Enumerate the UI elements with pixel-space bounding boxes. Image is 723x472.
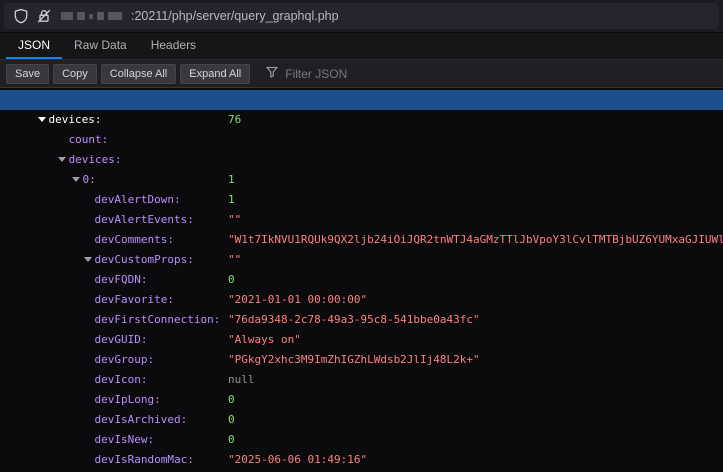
json-value: null — [228, 370, 255, 390]
tracking-protection-shield-icon[interactable] — [13, 8, 29, 24]
filter-json-container — [266, 65, 453, 83]
json-tree-row[interactable]: devices: — [0, 130, 723, 150]
connection-security-icon[interactable] — [36, 8, 52, 24]
json-tree: devices: count: 76 devices: 0: devAlertD… — [0, 88, 723, 472]
json-tree-row[interactable]: devAlertEvents: 1 — [0, 190, 723, 210]
browser-url-bar: :20211/php/server/query_graphql.php — [0, 0, 723, 33]
tab-raw-data[interactable]: Raw Data — [62, 33, 139, 59]
json-value: 0 — [228, 410, 235, 430]
collapse-all-button[interactable]: Collapse All — [101, 64, 176, 84]
json-value: 0 — [228, 390, 235, 410]
json-tree-row[interactable]: count: 76 — [0, 110, 723, 130]
url-text[interactable]: :20211/php/server/query_graphql.php — [131, 9, 339, 23]
json-tree-row[interactable]: devGUID: "76da9348-2c78-49a3-95c8-541bbe… — [0, 310, 723, 330]
json-value: 0 — [228, 270, 235, 290]
json-tree-row[interactable]: devFavorite: 0 — [0, 270, 723, 290]
json-tree-row[interactable]: 0: — [0, 150, 723, 170]
json-tree-row[interactable]: devIcon: "PGkgY2xhc3M9ImZhIGZhLWdsb2JlIj… — [0, 350, 723, 370]
json-value: "2021-01-01 00:00:00" — [228, 290, 367, 310]
json-value: "PGkgY2xhc3M9ImZhIGZhLWdsb2JlIj48L2k+" — [228, 350, 480, 370]
filter-json-input[interactable] — [283, 66, 453, 82]
json-value: "" — [228, 210, 241, 230]
json-value: "Always on" — [228, 330, 301, 350]
json-value: "" — [228, 250, 241, 270]
json-tree-row[interactable]: devIsRandomMac: 0 — [0, 430, 723, 450]
json-tree-row[interactable]: devices: — [0, 90, 723, 110]
save-button[interactable]: Save — [6, 64, 49, 84]
json-value: 76 — [228, 110, 241, 130]
json-value: 1 — [228, 190, 235, 210]
json-tree-row[interactable]: devIpLong: null — [0, 370, 723, 390]
url-field[interactable]: :20211/php/server/query_graphql.php — [4, 3, 719, 29]
json-tree-row[interactable]: devFirstConnection: "2021-01-01 00:00:00… — [0, 290, 723, 310]
json-viewer-tab-strip: JSON Raw Data Headers — [0, 33, 723, 60]
json-tree-row[interactable]: devFQDN: "" — [0, 250, 723, 270]
json-value: "2025-06-06 01:49:16" — [228, 450, 367, 470]
tab-json[interactable]: JSON — [6, 33, 62, 59]
json-tree-row[interactable]: devComments: "" — [0, 210, 723, 230]
filter-funnel-icon — [266, 65, 278, 83]
tab-headers[interactable]: Headers — [139, 33, 208, 59]
json-tree-row[interactable]: devIsNew: 0 — [0, 410, 723, 430]
copy-button[interactable]: Copy — [53, 64, 97, 84]
json-value: 1 — [228, 170, 235, 190]
json-toolbar: Save Copy Collapse All Expand All — [0, 60, 723, 88]
json-tree-row[interactable]: devLastConnection: "2025-06-06 01:49:16" — [0, 450, 723, 470]
json-tree-row[interactable]: devCustomProps: "W1t7IkNVU1RQUk9QX2ljb24… — [0, 230, 723, 250]
json-tree-row[interactable]: devAlertDown: 1 — [0, 170, 723, 190]
redacted-host-segments — [61, 12, 122, 20]
json-value: "76da9348-2c78-49a3-95c8-541bbe0a43fc" — [228, 310, 480, 330]
json-tree-row[interactable]: devGroup: "Always on" — [0, 330, 723, 350]
json-tree-row[interactable]: devIsArchived: 0 — [0, 390, 723, 410]
json-value: 0 — [228, 430, 235, 450]
json-value: "W1t7IkNVU1RQUk9QX2ljb24iOiJQR2tnWTJ4aGM… — [228, 230, 723, 250]
expand-all-button[interactable]: Expand All — [180, 64, 250, 84]
